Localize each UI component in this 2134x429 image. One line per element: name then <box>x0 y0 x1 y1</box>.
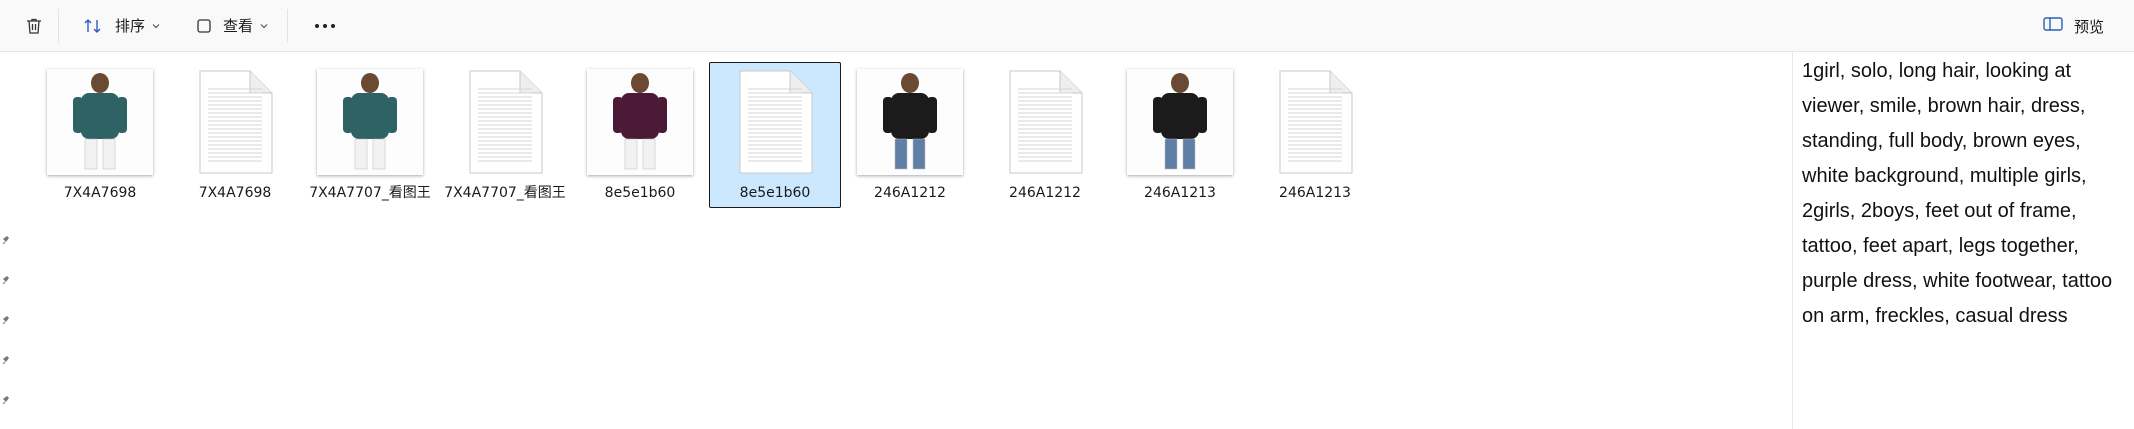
pin-icon <box>2 230 10 245</box>
pane-divider[interactable] <box>1792 52 1793 429</box>
pin-icon <box>2 310 10 325</box>
toolbar-divider <box>287 8 289 43</box>
file-name: 7X4A7707_看图王 <box>309 185 431 201</box>
file-item[interactable]: 8e5e1b60 <box>574 62 706 208</box>
pin-icon <box>2 270 10 285</box>
file-name: 246A1213 <box>1144 185 1216 201</box>
file-item[interactable]: 7X4A7707_看图王 <box>304 62 436 208</box>
file-item[interactable]: 7X4A7698 <box>34 62 166 208</box>
toolbar-divider <box>58 8 59 43</box>
file-item[interactable]: 246A1213 <box>1249 62 1381 208</box>
image-thumbnail <box>47 69 153 175</box>
command-bar: 排序 查看 预览 <box>0 0 2134 52</box>
sort-arrows-icon <box>83 17 105 35</box>
chevron-down-icon <box>259 21 269 31</box>
ellipsis-icon <box>314 22 336 30</box>
image-thumbnail <box>857 69 963 175</box>
image-thumbnail <box>317 69 423 175</box>
more-options-button[interactable] <box>304 8 346 44</box>
preview-text: 1girl, solo, long hair, looking at viewe… <box>1802 60 2113 327</box>
document-icon <box>462 69 546 175</box>
image-thumbnail <box>1127 69 1233 175</box>
preview-label: 预览 <box>2073 17 2104 36</box>
document-icon <box>1002 69 1086 175</box>
file-list: 7X4A7698 7X4A7698 7X4A7707_看图王 7X4A7707_看图王… <box>30 60 1780 429</box>
document-icon <box>1272 69 1356 175</box>
file-name: 246A1212 <box>874 185 946 201</box>
file-item[interactable]: 7X4A7698 <box>169 62 301 208</box>
pin-icon <box>2 350 10 365</box>
sort-button[interactable]: 排序 <box>73 8 171 44</box>
image-thumbnail <box>587 69 693 175</box>
file-name: 246A1213 <box>1279 185 1351 201</box>
file-name: 7X4A7698 <box>198 185 272 201</box>
file-name: 246A1212 <box>1009 185 1081 201</box>
preview-pane: 1girl, solo, long hair, looking at viewe… <box>1802 52 2122 429</box>
file-item[interactable]: 7X4A7707_看图王 <box>439 62 571 208</box>
preview-pane-icon <box>2042 15 2064 37</box>
file-name: 8e5e1b60 <box>604 185 676 201</box>
file-item[interactable]: 8e5e1b60 <box>709 62 841 208</box>
navigation-pane-edge <box>0 52 14 429</box>
view-layout-icon <box>195 17 213 35</box>
view-label: 查看 <box>223 17 254 35</box>
file-item[interactable]: 246A1213 <box>1114 62 1246 208</box>
file-name: 7X4A7698 <box>63 185 137 201</box>
file-name: 7X4A7707_看图王 <box>444 185 566 201</box>
chevron-down-icon <box>151 21 161 31</box>
sort-label: 排序 <box>115 17 146 35</box>
trash-icon <box>24 16 44 36</box>
view-button[interactable]: 查看 <box>185 8 279 44</box>
file-name: 8e5e1b60 <box>739 185 811 201</box>
document-icon <box>732 69 816 175</box>
preview-pane-button[interactable]: 预览 <box>2034 8 2112 44</box>
file-item[interactable]: 246A1212 <box>979 62 1111 208</box>
delete-button[interactable] <box>18 8 50 44</box>
file-item[interactable]: 246A1212 <box>844 62 976 208</box>
pin-icon <box>2 390 10 405</box>
document-icon <box>192 69 276 175</box>
